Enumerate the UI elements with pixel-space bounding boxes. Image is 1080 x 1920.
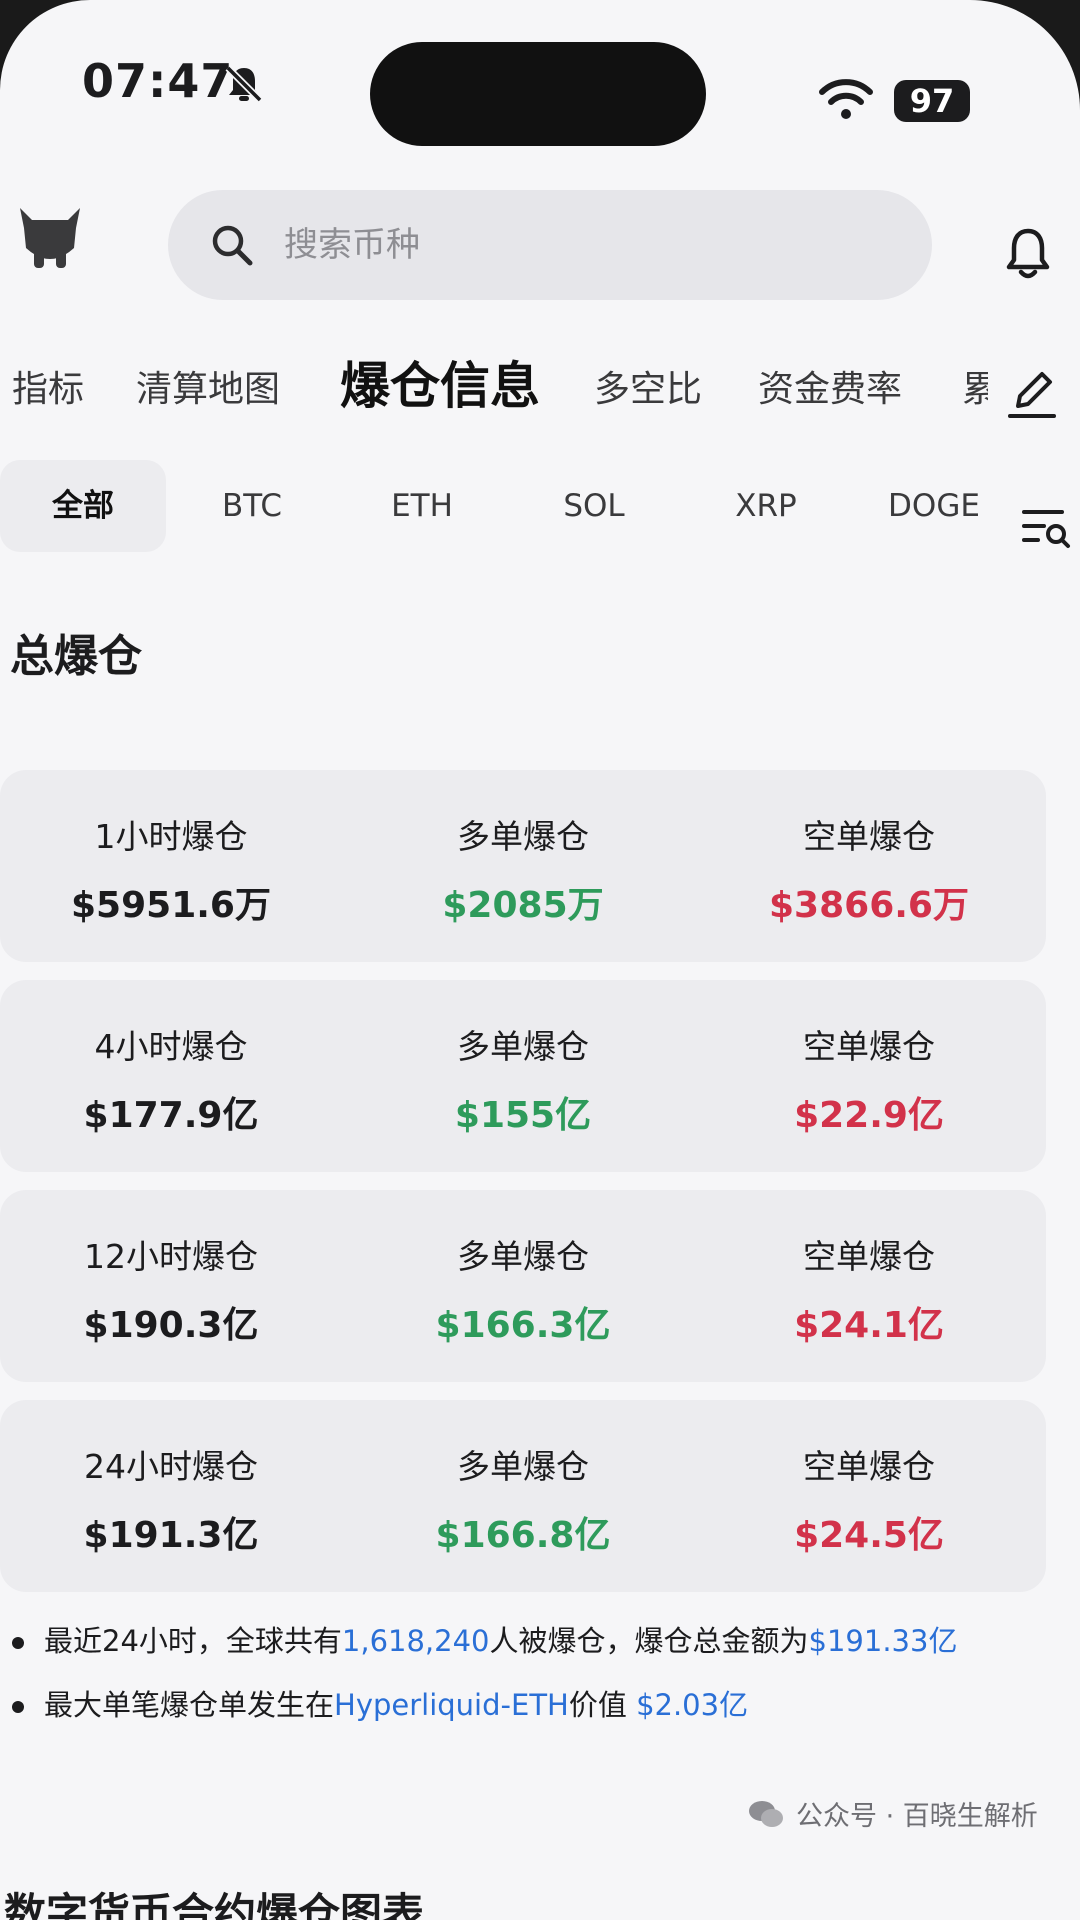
liquidated-count: 1,618,240 <box>341 1624 490 1658</box>
bullet-dot <box>12 1637 24 1649</box>
total-label: 4小时爆仓 <box>94 1027 248 1066</box>
filter-search-icon[interactable] <box>1022 506 1072 550</box>
app-screen: 07:47 97 指标 清算地图 爆仓信息 <box>0 0 1080 1920</box>
tab-liquidation-map[interactable]: 清算地图 <box>136 360 280 412</box>
total-column: 24小时爆仓 $191.3亿 <box>6 1440 336 1558</box>
liquidation-card-24h[interactable]: 24小时爆仓 $191.3亿 多单爆仓 $166.8亿 空单爆仓 $24.5亿 <box>0 1400 1046 1592</box>
short-value: $3866.6万 <box>769 885 969 926</box>
dynamic-island <box>370 42 706 146</box>
liquidation-card-1h[interactable]: 1小时爆仓 $5951.6万 多单爆仓 $2085万 空单爆仓 $3866.6万 <box>0 770 1046 962</box>
coin-filter-chips: 全部 BTC ETH SOL XRP DOGE <box>0 460 1080 560</box>
note-text: 最大单笔爆仓单发生在 <box>44 1688 335 1722</box>
long-label: 多单爆仓 <box>457 1027 589 1066</box>
wifi-icon <box>819 79 873 119</box>
search-input[interactable] <box>282 224 886 266</box>
total-column: 12小时爆仓 $190.3亿 <box>6 1230 336 1348</box>
liquidation-card-12h[interactable]: 12小时爆仓 $190.3亿 多单爆仓 $166.3亿 空单爆仓 $24.1亿 <box>0 1190 1046 1382</box>
tab-long-short-ratio[interactable]: 多空比 <box>594 360 702 412</box>
short-column: 空单爆仓 $3866.6万 <box>704 810 1034 928</box>
short-label: 空单爆仓 <box>803 817 935 856</box>
long-column: 多单爆仓 $166.3亿 <box>358 1230 688 1348</box>
total-value: $191.3亿 <box>83 1515 259 1556</box>
chip-xrp[interactable]: XRP <box>706 460 826 552</box>
note-24h-summary: 最近24小时，全球共有1,618,240人被爆仓，爆仓总金额为$191.33亿 <box>12 1618 1072 1660</box>
long-label: 多单爆仓 <box>457 817 589 856</box>
status-bar: 07:47 97 <box>0 0 1080 170</box>
short-label: 空单爆仓 <box>803 1237 935 1276</box>
largest-order-amount: $2.03亿 <box>636 1688 749 1722</box>
total-label: 12小时爆仓 <box>84 1237 258 1276</box>
long-label: 多单爆仓 <box>457 1447 589 1486</box>
chip-btc[interactable]: BTC <box>192 460 312 552</box>
largest-order-venue-link[interactable]: Hyperliquid-ETH <box>334 1688 569 1722</box>
short-value: $24.1亿 <box>794 1305 944 1346</box>
long-value: $166.8亿 <box>435 1515 611 1556</box>
note-text: 人被爆仓，爆仓总金额为 <box>489 1624 809 1658</box>
status-time: 07:47 <box>82 54 234 108</box>
long-value: $166.3亿 <box>435 1305 611 1346</box>
summary-notes: 最近24小时，全球共有1,618,240人被爆仓，爆仓总金额为$191.33亿 … <box>12 1618 1072 1746</box>
short-label: 空单爆仓 <box>803 1447 935 1486</box>
long-value: $155亿 <box>454 1095 592 1136</box>
chip-all[interactable]: 全部 <box>0 460 166 552</box>
short-column: 空单爆仓 $24.1亿 <box>704 1230 1034 1348</box>
notification-bell-icon[interactable] <box>1004 226 1052 282</box>
bullet-dot <box>12 1701 24 1713</box>
main-tabs: 指标 清算地图 爆仓信息 多空比 资金费率 累 <box>0 340 1080 430</box>
long-column: 多单爆仓 $2085万 <box>358 810 688 928</box>
long-value: $2085万 <box>442 885 604 926</box>
total-value: $5951.6万 <box>71 885 271 926</box>
total-label: 1小时爆仓 <box>94 817 248 856</box>
chip-eth[interactable]: ETH <box>362 460 482 552</box>
watermark-text: 公众号 · 百晓生解析 <box>796 1801 1038 1832</box>
total-column: 4小时爆仓 $177.9亿 <box>6 1020 336 1138</box>
total-column: 1小时爆仓 $5951.6万 <box>6 810 336 928</box>
long-column: 多单爆仓 $155亿 <box>358 1020 688 1138</box>
search-icon <box>212 225 253 266</box>
chart-section-title: 数字货币合约爆仓图表 <box>4 1889 425 1920</box>
search-bar[interactable] <box>168 190 932 300</box>
chip-sol[interactable]: SOL <box>534 460 654 552</box>
wechat-icon <box>749 1800 783 1827</box>
note-text: 最近24小时，全球共有 <box>44 1624 342 1658</box>
note-text: 价值 <box>568 1688 637 1722</box>
section-title-total-liquidation: 总爆仓 <box>10 631 142 682</box>
watermark: 公众号 · 百晓生解析 <box>748 1794 1038 1833</box>
short-label: 空单爆仓 <box>803 1027 935 1066</box>
tab-liquidation-info[interactable]: 爆仓信息 <box>340 346 540 418</box>
total-label: 24小时爆仓 <box>84 1447 258 1486</box>
bell-slash-icon <box>225 65 263 103</box>
liquidated-amount: $191.33亿 <box>808 1624 958 1658</box>
total-value: $177.9亿 <box>83 1095 259 1136</box>
chip-doge[interactable]: DOGE <box>874 460 994 552</box>
battery-indicator: 97 <box>894 80 970 122</box>
tab-more-truncated[interactable]: 累 <box>962 360 988 412</box>
liquidation-card-4h[interactable]: 4小时爆仓 $177.9亿 多单爆仓 $155亿 空单爆仓 $22.9亿 <box>0 980 1046 1172</box>
short-value: $24.5亿 <box>794 1515 944 1556</box>
total-value: $190.3亿 <box>83 1305 259 1346</box>
short-column: 空单爆仓 $24.5亿 <box>704 1440 1034 1558</box>
edit-pencil-icon[interactable] <box>1006 368 1058 420</box>
long-column: 多单爆仓 $166.8亿 <box>358 1440 688 1558</box>
short-value: $22.9亿 <box>794 1095 944 1136</box>
bull-logo-icon[interactable] <box>12 198 88 274</box>
tab-funding-rate[interactable]: 资金费率 <box>758 360 902 412</box>
long-label: 多单爆仓 <box>457 1237 589 1276</box>
tab-indicators[interactable]: 指标 <box>12 360 84 412</box>
note-largest-order: 最大单笔爆仓单发生在Hyperliquid-ETH价值 $2.03亿 <box>12 1682 1072 1724</box>
short-column: 空单爆仓 $22.9亿 <box>704 1020 1034 1138</box>
